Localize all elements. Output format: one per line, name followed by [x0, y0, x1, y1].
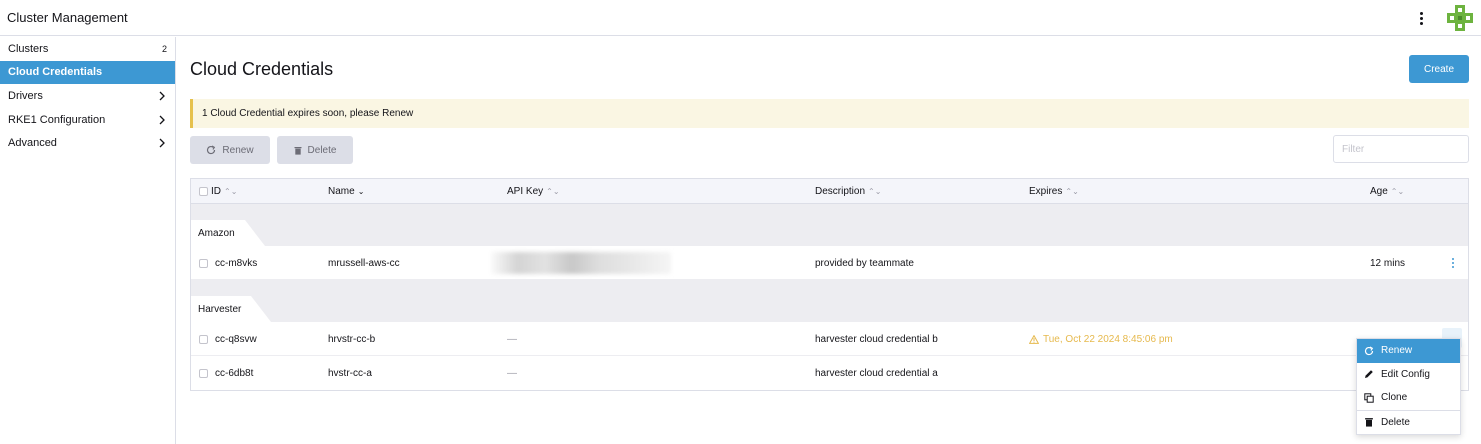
copy-icon: [1364, 393, 1374, 403]
row-actions-icon[interactable]: [1448, 256, 1458, 270]
more-options-icon[interactable]: [1414, 8, 1428, 28]
row-description: harvester cloud credential b: [815, 333, 938, 345]
row-checkbox[interactable]: [199, 258, 208, 268]
menu-item-clone[interactable]: Clone: [1357, 386, 1460, 410]
expires-value: Tue, Oct 22 2024 8:45:06 pm: [1043, 333, 1173, 345]
column-header-id[interactable]: ID: [211, 186, 221, 197]
row-id: cc-6db8t: [215, 367, 254, 379]
chevron-right-icon: [159, 91, 165, 101]
table-header: ID ⌃⌄ Name ⌄ API Key ⌃⌄ Description ⌃⌄ E…: [191, 179, 1468, 204]
sort-icon: ⌃⌄: [546, 186, 560, 196]
renew-button[interactable]: Renew: [190, 136, 270, 164]
menu-item-label: Renew: [1381, 345, 1413, 357]
pencil-icon: [1365, 370, 1373, 379]
group-header-amazon: Amazon: [191, 204, 1468, 246]
row-name[interactable]: hrvstr-cc-b: [328, 322, 375, 356]
row-actions-menu: Renew Edit Config Clone Delete: [1356, 338, 1461, 435]
column-header-apikey: API Key: [507, 186, 544, 197]
row-checkbox-cell: [199, 322, 208, 356]
select-all-column: ID ⌃⌄: [199, 179, 237, 204]
row-age: 12 mins: [1370, 257, 1406, 269]
row-checkbox-cell: [199, 356, 208, 390]
column-header-age: Age: [1370, 186, 1388, 197]
table-row[interactable]: cc-6db8t hvstr-cc-a — harvester cloud cr…: [191, 356, 1468, 390]
column-expires[interactable]: Expires ⌃⌄: [1029, 179, 1079, 204]
column-name[interactable]: Name ⌄: [328, 179, 364, 204]
cluster-count-badge: 2: [161, 43, 167, 54]
group-label: Amazon: [191, 220, 265, 246]
table-row[interactable]: cc-m8vks mrussell-aws-cc provided by tea…: [191, 246, 1468, 280]
redacted-api-key: [491, 252, 671, 274]
chevron-right-icon: [159, 115, 165, 125]
sort-icon[interactable]: ⌃⌄: [224, 187, 237, 196]
sidebar-item-advanced[interactable]: Advanced: [0, 131, 175, 155]
expiry-warning-banner: 1 Cloud Credential expires soon, please …: [190, 99, 1469, 128]
column-apikey[interactable]: API Key ⌃⌄: [507, 179, 560, 204]
app-logo[interactable]: [1447, 5, 1473, 31]
sort-icon: ⌃⌄: [1065, 186, 1079, 196]
row-checkbox[interactable]: [199, 334, 208, 344]
sidebar-item-label: Clusters: [8, 42, 49, 55]
sidebar-item-clusters[interactable]: Clusters 2: [0, 37, 175, 61]
row-name[interactable]: hvstr-cc-a: [328, 356, 372, 390]
renew-button-label: Renew: [222, 144, 254, 156]
row-apikey: —: [507, 333, 517, 345]
sidebar-item-label: RKE1 Configuration: [8, 113, 106, 126]
top-bar: Cluster Management: [0, 0, 1481, 36]
menu-item-label: Delete: [1381, 416, 1410, 428]
sidebar-item-rke1-configuration[interactable]: RKE1 Configuration: [0, 108, 175, 132]
app-title: Cluster Management: [7, 10, 128, 25]
chevron-right-icon: [159, 138, 165, 148]
menu-item-label: Clone: [1381, 392, 1408, 404]
create-button[interactable]: Create: [1409, 55, 1469, 83]
menu-item-renew[interactable]: Renew: [1357, 339, 1460, 363]
row-id: cc-q8svw: [215, 333, 257, 345]
column-header-name: Name: [328, 186, 355, 197]
trash-icon: [294, 146, 302, 155]
row-expires: Tue, Oct 22 2024 8:45:06 pm: [1029, 322, 1173, 356]
row-checkbox[interactable]: [199, 368, 208, 378]
row-description: provided by teammate: [815, 257, 914, 269]
menu-item-edit-config[interactable]: Edit Config: [1357, 363, 1460, 387]
credentials-table: ID ⌃⌄ Name ⌄ API Key ⌃⌄ Description ⌃⌄ E…: [190, 178, 1469, 391]
table-row[interactable]: cc-q8svw hrvstr-cc-b — harvester cloud c…: [191, 322, 1468, 356]
column-header-description: Description: [815, 186, 866, 197]
sort-desc-icon: ⌄: [357, 186, 365, 196]
refresh-icon: [1364, 346, 1374, 355]
row-name[interactable]: mrussell-aws-cc: [328, 246, 400, 280]
sidebar-item-label: Advanced: [8, 137, 57, 150]
refresh-icon: [207, 145, 216, 155]
sidebar: Clusters 2 Cloud Credentials Drivers RKE…: [0, 37, 176, 444]
column-age[interactable]: Age ⌃⌄: [1370, 179, 1404, 204]
sidebar-item-drivers[interactable]: Drivers: [0, 84, 175, 108]
sort-icon: ⌃⌄: [868, 186, 882, 196]
delete-button-label: Delete: [307, 144, 337, 156]
row-id: cc-m8vks: [215, 257, 258, 269]
sidebar-item-label: Drivers: [8, 89, 43, 102]
sort-icon: ⌃⌄: [1390, 186, 1405, 196]
row-description: harvester cloud credential a: [815, 367, 938, 379]
group-header-harvester: Harvester: [191, 280, 1468, 322]
page-title: Cloud Credentials: [190, 59, 334, 79]
menu-item-delete[interactable]: Delete: [1357, 411, 1460, 435]
select-all-checkbox[interactable]: [199, 187, 208, 196]
sidebar-item-cloud-credentials[interactable]: Cloud Credentials: [0, 60, 175, 85]
filter-input[interactable]: [1333, 135, 1469, 163]
warning-icon: [1029, 334, 1039, 344]
trash-icon: [1365, 418, 1373, 427]
group-label: Harvester: [191, 296, 272, 322]
column-header-expires: Expires: [1029, 186, 1063, 197]
row-checkbox-cell: [199, 246, 208, 280]
menu-item-label: Edit Config: [1381, 368, 1430, 380]
column-description[interactable]: Description ⌃⌄: [815, 179, 881, 204]
delete-button[interactable]: Delete: [277, 136, 353, 164]
row-apikey: —: [507, 367, 517, 379]
sidebar-item-label: Cloud Credentials: [8, 66, 103, 79]
